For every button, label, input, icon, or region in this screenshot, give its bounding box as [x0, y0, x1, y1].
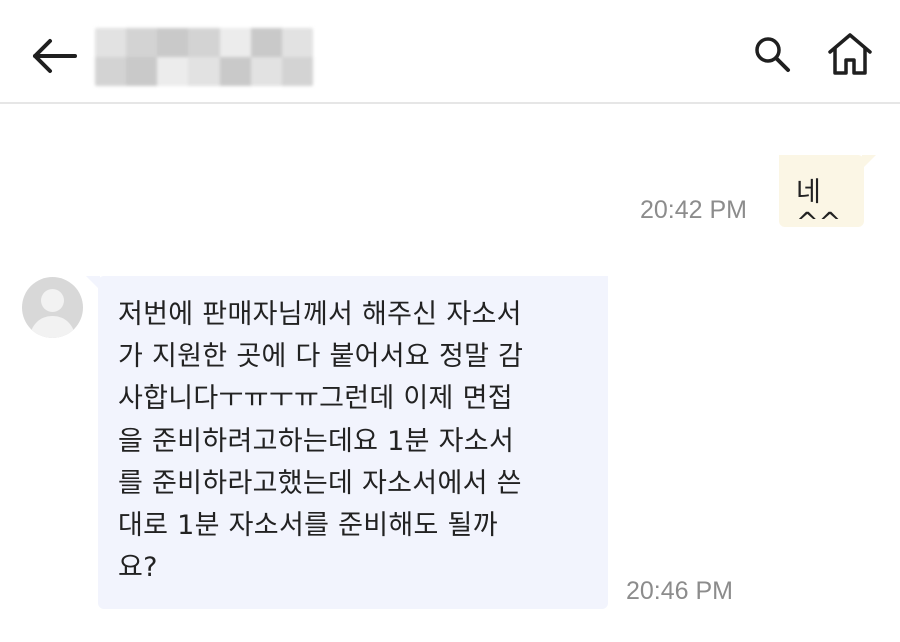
chat-header: [0, 0, 900, 104]
home-icon: [828, 33, 872, 75]
avatar-body-shape: [30, 316, 75, 338]
back-button[interactable]: [30, 34, 78, 78]
outgoing-bubble-tail: [862, 155, 876, 169]
incoming-message-bubble[interactable]: 저번에 판매자님께서 해주신 자소서 가 지원한 곳에 다 붙어서요 정말 감 …: [98, 276, 608, 609]
outgoing-message-text: 네^^: [796, 177, 842, 238]
arrow-left-icon: [33, 39, 77, 73]
avatar[interactable]: [22, 277, 83, 338]
search-button[interactable]: [752, 34, 792, 74]
message-timestamp: 20:46 PM: [626, 577, 734, 605]
home-button[interactable]: [826, 30, 874, 78]
search-icon: [755, 37, 790, 72]
avatar-head-shape: [41, 289, 64, 312]
message-timestamp: 20:42 PM: [640, 196, 748, 224]
outgoing-message-bubble[interactable]: 네^^: [779, 155, 864, 238]
incoming-message-text: 저번에 판매자님께서 해주신 자소서 가 지원한 곳에 다 붙어서요 정말 감 …: [118, 299, 524, 584]
redacted-contact-name: [95, 28, 313, 86]
chat-screen: 20:42 PM 네^^ 저번에 판매자님께서 해주신 자소서 가 지원한 곳에…: [0, 0, 900, 642]
